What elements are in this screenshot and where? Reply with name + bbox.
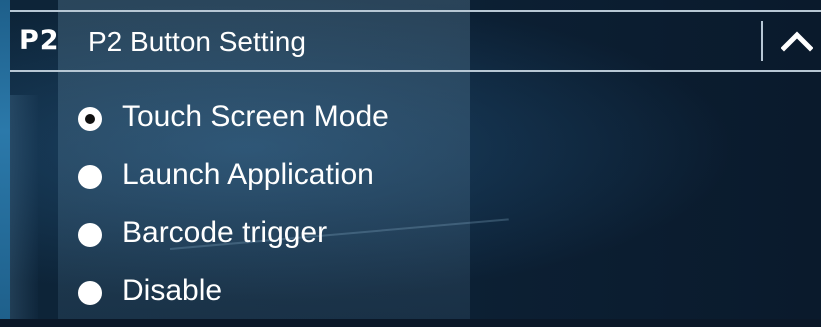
section-header: P2 P2 Button Setting <box>10 10 821 72</box>
option-label: Launch Application <box>122 158 374 191</box>
collapse-button[interactable] <box>775 21 819 61</box>
radio-button[interactable] <box>78 165 102 189</box>
radio-button[interactable] <box>78 281 102 305</box>
p2-badge: P2 <box>19 25 60 56</box>
section-title: P2 Button Setting <box>88 26 306 57</box>
left-accent-edge <box>0 0 10 327</box>
option-label: Barcode trigger <box>122 216 328 249</box>
option-label: Touch Screen Mode <box>122 100 389 133</box>
header-divider <box>761 21 763 61</box>
radio-button[interactable] <box>78 107 102 131</box>
chevron-up-icon <box>781 31 813 52</box>
background-shadow <box>10 95 38 327</box>
radio-button[interactable] <box>78 223 102 247</box>
option-label: Disable <box>122 274 223 307</box>
bottom-strip <box>0 319 821 327</box>
